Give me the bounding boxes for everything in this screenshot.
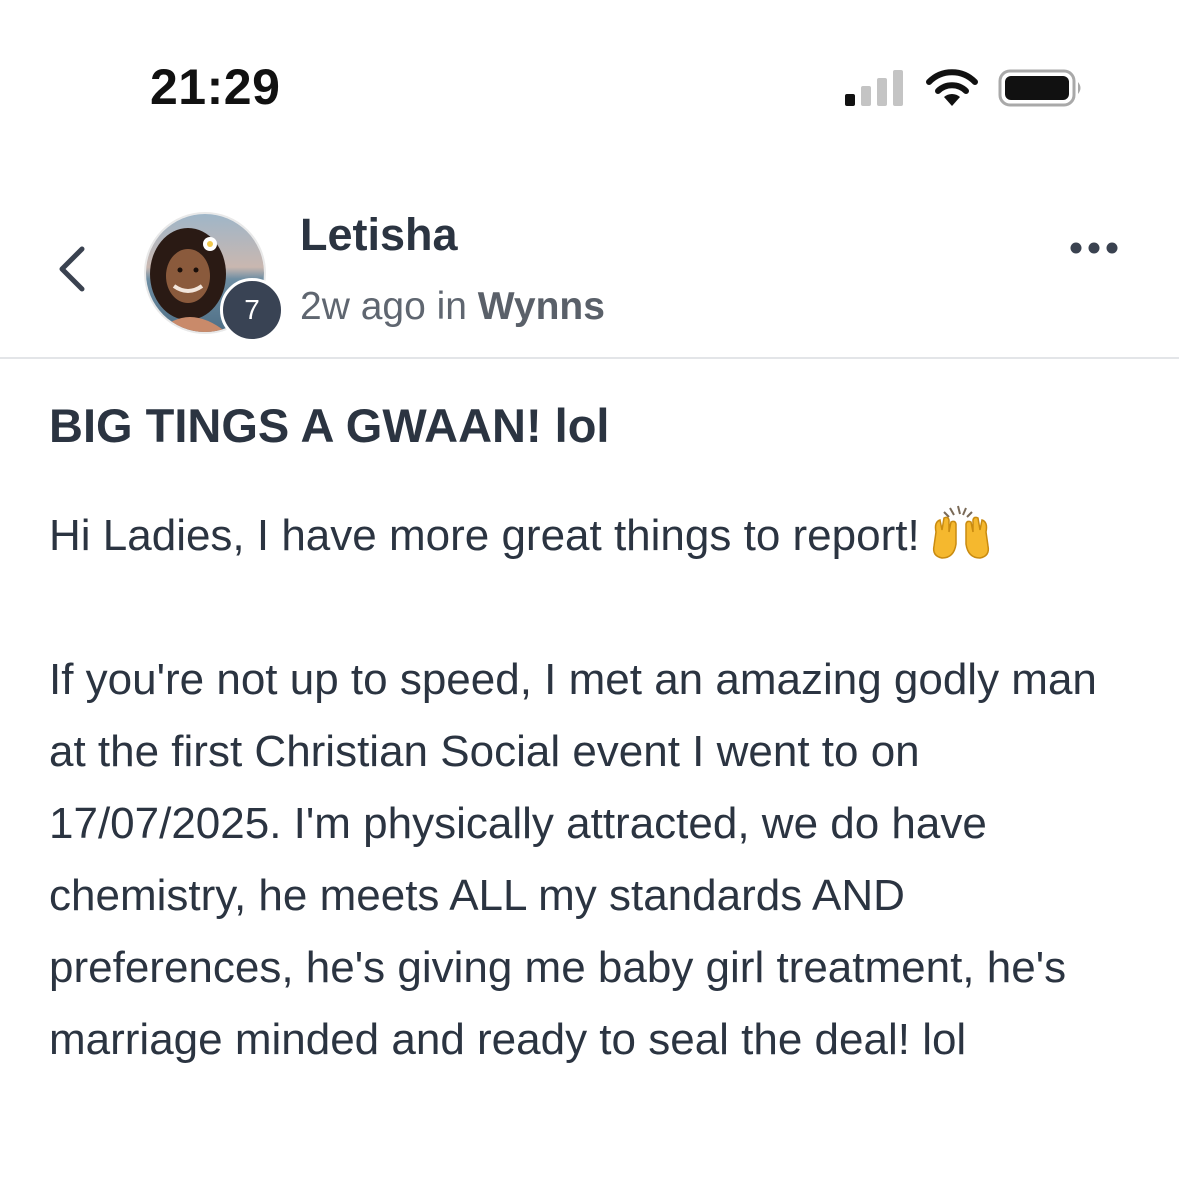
post-paragraph: Hi Ladies, I have more great things to r… xyxy=(49,500,1139,572)
header-divider xyxy=(0,357,1179,359)
post-paragraph: If you're not up to speed, I met an amaz… xyxy=(49,655,1097,1064)
group-link[interactable]: Wynns xyxy=(478,285,605,328)
author-avatar-wrap[interactable]: 7 xyxy=(144,212,284,342)
level-badge: 7 xyxy=(220,278,284,342)
status-bar: 21:29 xyxy=(0,0,1179,170)
post-title: BIG TINGS A GWAAN! lol xyxy=(49,399,610,452)
wifi-icon xyxy=(926,69,978,106)
post-header: 7 Letisha 2w ago in Wynns xyxy=(0,195,1179,358)
cellular-signal-icon xyxy=(845,70,903,106)
post-paragraph-text: Hi Ladies, I have more great things to r… xyxy=(49,511,920,560)
post-time: 2w ago in xyxy=(300,285,478,328)
back-chevron-icon[interactable] xyxy=(50,243,96,295)
raising-hands-emoji-icon xyxy=(932,505,989,559)
post-body: Hi Ladies, I have more great things to r… xyxy=(49,500,1139,1076)
battery-icon xyxy=(998,69,1081,107)
post-meta: 2w ago in Wynns xyxy=(300,285,605,329)
more-options-icon[interactable] xyxy=(1066,235,1122,261)
author-name[interactable]: Letisha xyxy=(300,209,458,261)
status-time: 21:29 xyxy=(150,59,281,115)
